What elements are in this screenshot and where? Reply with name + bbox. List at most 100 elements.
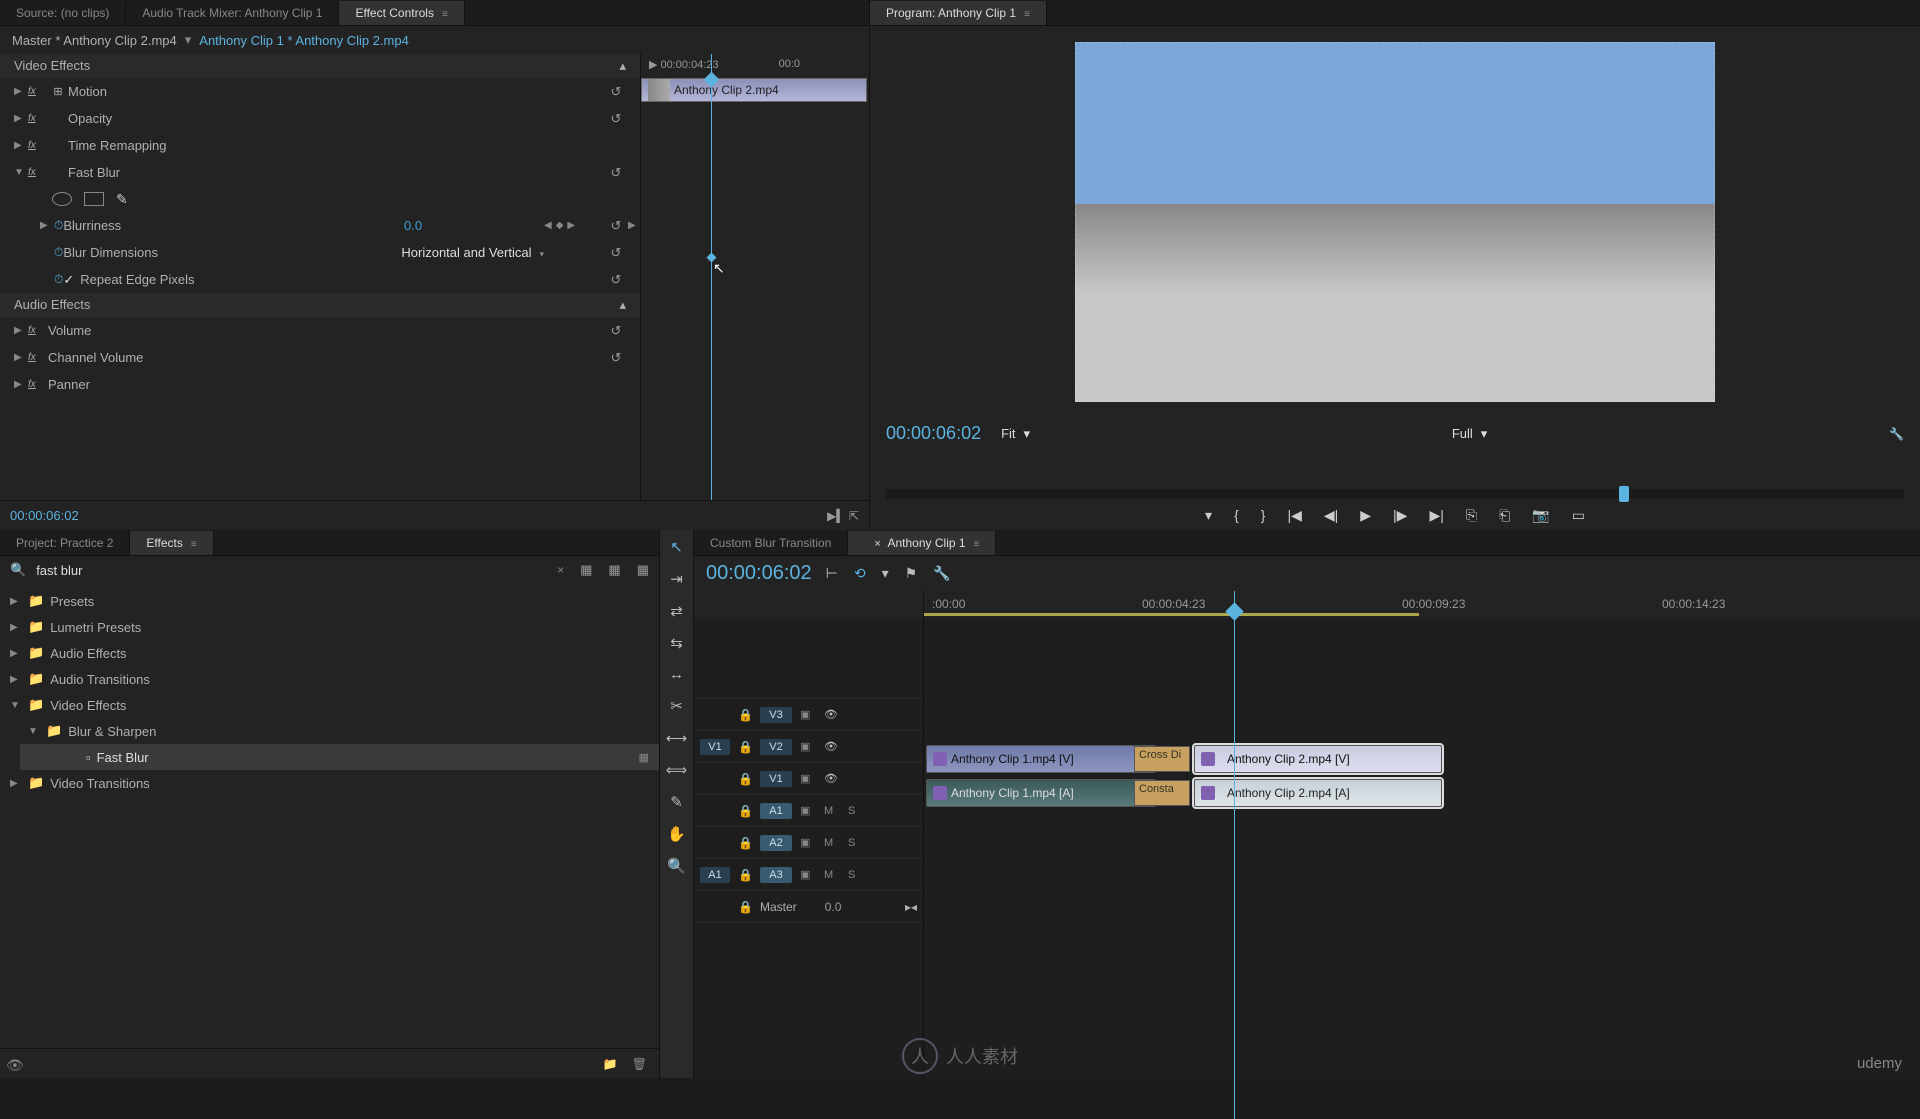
- linked-sel-icon[interactable]: ⟲: [854, 565, 866, 582]
- lift-icon[interactable]: ⎘: [1466, 507, 1477, 524]
- source-patch[interactable]: A1: [700, 867, 730, 883]
- source-patch[interactable]: V1: [700, 739, 730, 755]
- ec-footer-icons[interactable]: ▶▍ ⇱: [827, 509, 859, 523]
- lock-icon[interactable]: 🔒: [738, 868, 752, 882]
- wrench-icon[interactable]: 🔧: [1889, 427, 1904, 441]
- lock-icon[interactable]: 🔒: [738, 900, 752, 914]
- reset-icon[interactable]: ↺: [604, 350, 628, 366]
- close-icon[interactable]: ×: [874, 538, 880, 550]
- fx-badge-icon[interactable]: ▦: [580, 562, 592, 578]
- toggle-output-icon[interactable]: ▣: [800, 804, 816, 817]
- stopwatch-icon[interactable]: ⏱: [54, 272, 63, 287]
- mute-icon[interactable]: M: [824, 837, 840, 849]
- trash-icon[interactable]: 🗑: [632, 1057, 647, 1071]
- play-icon[interactable]: ▶: [1360, 507, 1371, 524]
- ellipse-mask-icon[interactable]: [52, 192, 72, 206]
- tab-effects[interactable]: Effects≡: [130, 531, 213, 555]
- track-v2[interactable]: V1🔒V2▣👁: [694, 731, 923, 763]
- ec-timecode[interactable]: 00:00:06:02: [10, 508, 79, 523]
- rate-stretch-icon[interactable]: ↔: [669, 666, 684, 683]
- program-scrubber[interactable]: [886, 489, 1904, 499]
- rect-mask-icon[interactable]: [84, 192, 104, 206]
- mark-out-icon[interactable]: }: [1261, 507, 1266, 524]
- playhead-marker[interactable]: [1619, 486, 1629, 502]
- ec-clipbar[interactable]: Anthony Clip 2.mp4: [641, 78, 867, 102]
- selection-tool-icon[interactable]: ↖: [670, 538, 683, 556]
- snap-icon[interactable]: ⊢: [826, 565, 838, 582]
- clip-v1-2[interactable]: Anthony Clip 2.mp4 [V]: [1194, 745, 1442, 773]
- clear-search-icon[interactable]: ×: [557, 563, 564, 577]
- tab-effect-controls[interactable]: Effect Controls≡: [339, 1, 464, 25]
- effect-opacity[interactable]: ▶fxOpacity↺: [0, 105, 640, 132]
- tab-program[interactable]: Program: Anthony Clip 1≡: [870, 1, 1047, 25]
- lock-icon[interactable]: 🔒: [738, 836, 752, 850]
- settings-icon[interactable]: ⚑: [905, 565, 918, 582]
- solo-icon[interactable]: S: [848, 805, 864, 817]
- mark-in-icon[interactable]: {: [1234, 507, 1239, 524]
- tab-audio-mixer[interactable]: Audio Track Mixer: Anthony Clip 1: [126, 1, 339, 25]
- track-v3[interactable]: 🔒V3▣👁: [694, 699, 923, 731]
- lock-icon[interactable]: 🔒: [738, 772, 752, 786]
- solo-icon[interactable]: S: [848, 837, 864, 849]
- toggle-output-icon[interactable]: ▣: [800, 772, 816, 785]
- collapse-icon[interactable]: ▴: [619, 297, 626, 313]
- reset-icon[interactable]: ↺: [604, 165, 628, 181]
- panel-menu-icon[interactable]: ≡: [1024, 9, 1030, 20]
- track-select-icon[interactable]: ⇥: [670, 570, 683, 588]
- clip-a1-2[interactable]: Anthony Clip 2.mp4 [A]: [1194, 779, 1442, 807]
- ec-clip-label[interactable]: Anthony Clip 1 * Anthony Clip 2.mp4: [199, 33, 409, 48]
- reset-icon[interactable]: ↺: [604, 323, 628, 339]
- track-a1[interactable]: 🔒A1▣MS: [694, 795, 923, 827]
- tree-video-tr[interactable]: ▶📁Video Transitions: [0, 770, 659, 796]
- step-back-icon[interactable]: ◀|: [1324, 507, 1338, 524]
- toggle-output-icon[interactable]: ▣: [800, 868, 816, 881]
- tab-seq-anthony1[interactable]: × Anthony Clip 1≡: [848, 531, 996, 555]
- slip-icon[interactable]: ⟷: [666, 729, 688, 747]
- chevron-down-icon[interactable]: ▾: [185, 32, 192, 48]
- tree-blur-sharpen[interactable]: ▼📁Blur & Sharpen: [0, 718, 659, 744]
- audio-effects-header[interactable]: Audio Effects▴: [0, 293, 640, 317]
- ripple-icon[interactable]: ⇄: [670, 602, 683, 620]
- tree-audio-tr[interactable]: ▶📁Audio Transitions: [0, 666, 659, 692]
- goto-out-icon[interactable]: ▶|: [1429, 507, 1443, 524]
- add-marker-icon[interactable]: ▾: [1205, 507, 1212, 524]
- panel-menu-icon[interactable]: ≡: [191, 539, 197, 550]
- transition-audio[interactable]: Consta: [1134, 780, 1190, 806]
- step-fwd-icon[interactable]: |▶: [1393, 507, 1407, 524]
- tree-video-fx[interactable]: ▼📁Video Effects: [0, 692, 659, 718]
- ec-timeline-view[interactable]: ▶ 00:00:04:2300:0 Anthony Clip 2.mp4 ↖: [640, 54, 869, 500]
- prop-blur-dimensions[interactable]: ⏱Blur DimensionsHorizontal and Vertical▾…: [0, 239, 640, 266]
- mute-icon[interactable]: M: [824, 805, 840, 817]
- zoom-fit-dropdown[interactable]: Fit▾: [1001, 426, 1030, 442]
- reset-icon[interactable]: ↺: [604, 111, 628, 127]
- eye-icon[interactable]: 👁: [824, 740, 840, 753]
- export-frame-icon[interactable]: 📷: [1532, 507, 1549, 524]
- solo-icon[interactable]: S: [848, 869, 864, 881]
- effect-time-remapping[interactable]: ▶fxTime Remapping: [0, 132, 640, 159]
- blur-dim-dropdown[interactable]: Horizontal and Vertical▾: [401, 245, 544, 260]
- slide-icon[interactable]: ⟺: [666, 761, 688, 779]
- effect-channel-volume[interactable]: ▶fxChannel Volume↺: [0, 344, 640, 371]
- effect-volume[interactable]: ▶fxVolume↺: [0, 317, 640, 344]
- effect-fast-blur[interactable]: ▼fxFast Blur↺: [0, 159, 640, 186]
- reset-icon[interactable]: ↺: [604, 245, 628, 261]
- reset-icon[interactable]: ↺: [604, 272, 628, 288]
- reset-icon[interactable]: ↺: [604, 84, 628, 100]
- prop-blurriness[interactable]: ▶⏱Blurriness0.0◀◆▶↺▶: [0, 212, 640, 239]
- panel-menu-icon[interactable]: ≡: [442, 9, 448, 20]
- track-a3[interactable]: A1🔒A3▣MS: [694, 859, 923, 891]
- stopwatch-icon[interactable]: ⏱: [54, 218, 63, 233]
- track-v1[interactable]: 🔒V1▣👁: [694, 763, 923, 795]
- eye-icon[interactable]: 👁: [824, 772, 840, 785]
- tree-fast-blur[interactable]: ▫Fast Blur▦: [20, 744, 659, 770]
- marker-icon[interactable]: ▾: [882, 565, 889, 582]
- resolution-dropdown[interactable]: Full▾: [1452, 426, 1487, 442]
- timeline-timecode[interactable]: 00:00:06:02: [706, 562, 812, 585]
- new-bin-icon[interactable]: 📁: [603, 1057, 618, 1071]
- rolling-icon[interactable]: ⇆: [670, 634, 683, 652]
- tree-lumetri[interactable]: ▶📁Lumetri Presets: [0, 614, 659, 640]
- mute-icon[interactable]: M: [824, 869, 840, 881]
- fx-badge-icon[interactable]: ▦: [637, 562, 649, 578]
- track-a2[interactable]: 🔒A2▣MS: [694, 827, 923, 859]
- prop-repeat-edge[interactable]: ⏱✓Repeat Edge Pixels↺: [0, 266, 640, 293]
